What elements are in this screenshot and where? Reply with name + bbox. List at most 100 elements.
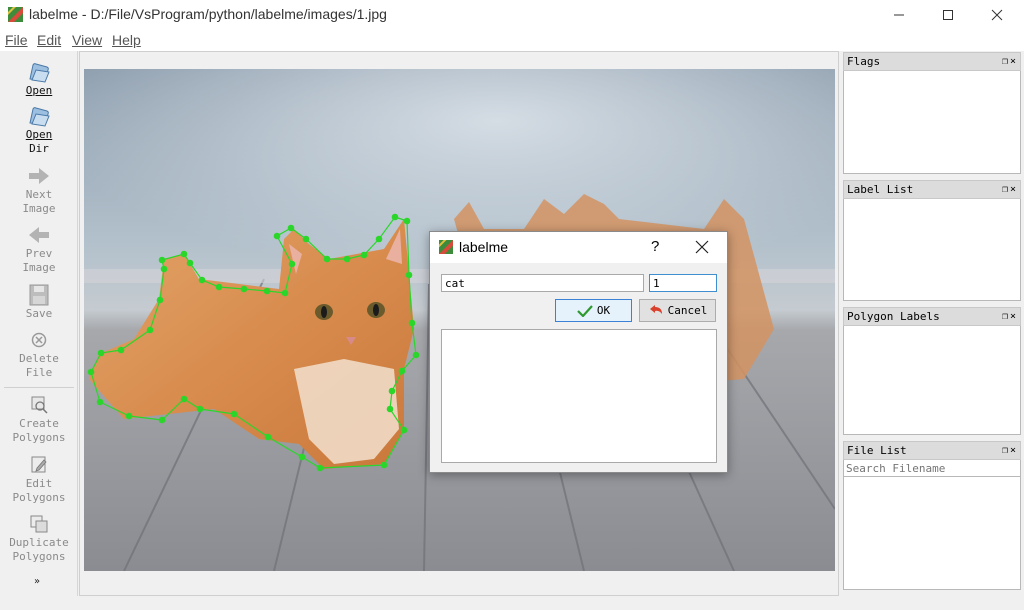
maximize-button[interactable]	[925, 0, 971, 30]
polygon-vertex[interactable]	[158, 416, 166, 424]
polygon-vertex[interactable]	[287, 224, 295, 232]
help-button[interactable]: ?	[651, 238, 659, 255]
minimize-button[interactable]	[876, 0, 922, 30]
label-suggestions-list[interactable]	[441, 329, 717, 463]
file-list-dock: File List ❐×	[843, 441, 1021, 590]
ok-button[interactable]: OK	[555, 299, 632, 322]
open-dir-label-2: Dir	[29, 142, 49, 155]
status-bar	[0, 596, 1024, 610]
polygon-vertex[interactable]	[158, 256, 166, 264]
edit-polygons-label-1: Edit	[25, 477, 53, 490]
polygon-vertex[interactable]	[343, 255, 351, 263]
delete-file-label-1: Delete	[19, 352, 59, 365]
polygon-vertex[interactable]	[96, 398, 104, 406]
open-button[interactable]: Open	[0, 61, 78, 98]
duplicate-polygons-button[interactable]: Duplicate Polygons	[0, 513, 78, 564]
polygon-vertex[interactable]	[398, 367, 406, 375]
dialog-title-bar: labelme ?	[430, 232, 727, 263]
save-label: Save	[25, 307, 53, 320]
polygon-vertex[interactable]	[388, 387, 396, 395]
menu-bar: File Edit View Help	[0, 30, 1024, 51]
menu-view[interactable]: View	[72, 32, 102, 48]
edit-polygons-button[interactable]: Edit Polygons	[0, 454, 78, 505]
polygon-vertex[interactable]	[240, 285, 248, 293]
close-icon	[991, 9, 1003, 21]
polygon-vertex[interactable]	[405, 271, 413, 279]
toolbar-separator	[4, 387, 74, 388]
menu-help[interactable]: Help	[112, 32, 141, 48]
polygon-labels-list[interactable]	[843, 326, 1021, 435]
file-list[interactable]	[843, 460, 1021, 590]
delete-file-button[interactable]: Delete File	[0, 329, 78, 380]
create-polygons-label-1: Create	[19, 417, 59, 430]
open-dir-button[interactable]: Open Dir	[0, 105, 78, 156]
flags-dock-title: Flags	[847, 55, 881, 68]
polygon-vertex[interactable]	[288, 260, 296, 268]
polygon-vertex[interactable]	[186, 259, 194, 267]
polygon-vertex[interactable]	[281, 289, 289, 297]
polygon-vertex[interactable]	[323, 255, 331, 263]
close-icon[interactable]	[694, 239, 710, 255]
polygon-vertex[interactable]	[146, 326, 154, 334]
flags-dock-title-bar: Flags ❐×	[843, 52, 1021, 71]
polygon-vertex[interactable]	[380, 461, 388, 469]
flags-list[interactable]	[843, 71, 1021, 174]
window-title: labelme - D:/File/VsProgram/python/label…	[29, 6, 387, 22]
open-label: Open	[25, 84, 53, 97]
create-polygons-button[interactable]: Create Polygons	[0, 394, 78, 445]
duplicate-polygons-label-2: Polygons	[12, 550, 66, 563]
next-image-button[interactable]: Next Image	[0, 165, 78, 216]
next-image-label-2: Image	[22, 202, 56, 215]
flags-dock: Flags ❐×	[843, 52, 1021, 174]
checkmark-icon	[577, 304, 593, 317]
polygon-vertex[interactable]	[97, 349, 105, 357]
polygon-vertex[interactable]	[156, 296, 164, 304]
polygon-vertex[interactable]	[273, 232, 281, 240]
toolbar-extension-chevron[interactable]: »	[34, 576, 40, 587]
polygon-vertex[interactable]	[403, 217, 411, 225]
ok-label: OK	[596, 304, 611, 317]
dock-float-close-icons[interactable]: ❐×	[1002, 181, 1018, 199]
dock-float-close-icons[interactable]: ❐×	[1002, 53, 1018, 71]
polygon-vertex[interactable]	[298, 453, 306, 461]
dock-float-close-icons[interactable]: ❐×	[1002, 442, 1018, 460]
polygon-vertex[interactable]	[391, 213, 399, 221]
polygon-vertex[interactable]	[230, 410, 238, 418]
polygon-labels-dock-title-bar: Polygon Labels ❐×	[843, 307, 1021, 326]
search-filename-input[interactable]	[844, 460, 1020, 477]
label-list[interactable]	[843, 199, 1021, 301]
polygon-vertex[interactable]	[125, 412, 133, 420]
polygon-vertex[interactable]	[408, 319, 416, 327]
polygon-vertex[interactable]	[316, 464, 324, 472]
polygon-vertex[interactable]	[180, 395, 188, 403]
floppy-disk-icon	[29, 284, 49, 306]
polygon-vertex[interactable]	[180, 250, 188, 258]
polygon-vertex[interactable]	[400, 426, 408, 434]
menu-edit[interactable]: Edit	[37, 32, 61, 48]
polygon-vertex[interactable]	[198, 276, 206, 284]
polygon-vertex[interactable]	[375, 235, 383, 243]
polygon-vertex[interactable]	[160, 265, 168, 273]
save-button[interactable]: Save	[0, 284, 78, 321]
polygon-vertex[interactable]	[302, 235, 310, 243]
polygon-vertex[interactable]	[360, 251, 368, 259]
polygon-vertex[interactable]	[412, 351, 420, 359]
group-id-input[interactable]	[649, 274, 717, 292]
label-dialog: labelme ? OK Cancel	[429, 231, 728, 473]
polygon-vertex[interactable]	[117, 346, 125, 354]
close-window-button[interactable]	[974, 0, 1020, 30]
polygon-vertex[interactable]	[196, 405, 204, 413]
polygon-vertex[interactable]	[386, 405, 394, 413]
prev-image-button[interactable]: Prev Image	[0, 224, 78, 275]
polygon-vertex[interactable]	[264, 433, 272, 441]
label-input[interactable]	[441, 274, 644, 292]
tools-toolbar: Open Open Dir Next Image Prev Image Save	[0, 51, 78, 596]
dock-float-close-icons[interactable]: ❐×	[1002, 308, 1018, 326]
menu-file[interactable]: File	[5, 32, 28, 48]
polygon-vertex[interactable]	[215, 283, 223, 291]
folder-open-icon	[29, 107, 50, 127]
cancel-button[interactable]: Cancel	[639, 299, 716, 322]
polygon-labels-dock: Polygon Labels ❐×	[843, 307, 1021, 435]
polygon-vertex[interactable]	[87, 368, 95, 376]
polygon-vertex[interactable]	[263, 287, 271, 295]
